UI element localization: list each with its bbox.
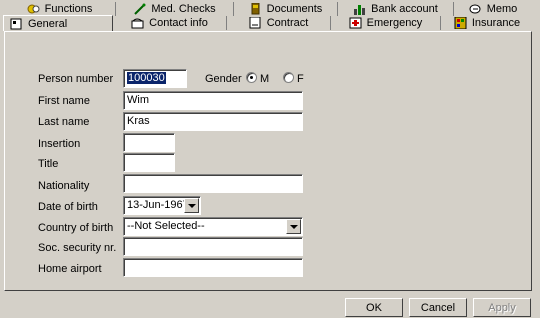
- tab-row-front: General Contact info Contract Emergency …: [3, 15, 533, 31]
- bank-icon: [353, 3, 366, 15]
- tab-label: Insurance: [471, 17, 521, 29]
- tab-row-back: Functions Med. Checks Documents Bank acc…: [4, 2, 532, 16]
- nationality-label: Nationality: [38, 180, 90, 192]
- title-label: Title: [38, 158, 59, 170]
- country-of-birth-select[interactable]: --Not Selected--: [123, 217, 303, 236]
- country-of-birth-value: --Not Selected--: [127, 220, 205, 232]
- insertion-label: Insertion: [38, 138, 81, 150]
- ok-button[interactable]: OK: [345, 298, 403, 317]
- functions-icon: [27, 3, 40, 15]
- country-dropdown-button[interactable]: [286, 219, 301, 234]
- tab-label: Contract: [266, 17, 309, 29]
- contact-icon: [131, 17, 144, 29]
- tab-label: Functions: [44, 3, 93, 15]
- general-icon: [10, 18, 23, 30]
- tab-label: Emergency: [366, 17, 423, 29]
- first-name-label: First name: [38, 95, 90, 107]
- medical-check-icon: [133, 3, 146, 15]
- contract-icon: [249, 16, 262, 29]
- tab-general[interactable]: General: [3, 15, 113, 31]
- tab-emergency[interactable]: Emergency: [331, 16, 441, 30]
- apply-button[interactable]: Apply: [473, 298, 531, 317]
- emergency-icon: [349, 17, 362, 29]
- tab-memo[interactable]: Memo: [454, 2, 532, 16]
- gender-m-radio[interactable]: [246, 72, 257, 83]
- tab-label: General: [28, 17, 68, 30]
- gender-m-label: M: [260, 73, 270, 85]
- cancel-button[interactable]: Cancel: [409, 298, 467, 317]
- date-of-birth-label: Date of birth: [38, 201, 98, 213]
- date-dropdown-button[interactable]: [184, 198, 199, 213]
- tab-contract[interactable]: Contract: [227, 16, 331, 30]
- tab-label: Bank account: [371, 3, 438, 15]
- home-airport-label: Home airport: [38, 263, 102, 275]
- first-name-input[interactable]: Wim: [123, 91, 303, 110]
- memo-icon: [469, 3, 482, 15]
- soc-security-input[interactable]: [123, 237, 303, 256]
- tab-label: Contact info: [149, 17, 208, 29]
- person-number-input[interactable]: 100030: [123, 69, 187, 88]
- gender-f-radio[interactable]: [283, 72, 294, 83]
- last-name-label: Last name: [38, 116, 90, 128]
- tab-label: Documents: [266, 3, 323, 15]
- soc-security-label: Soc. security nr.: [38, 242, 117, 254]
- nationality-input[interactable]: [123, 174, 303, 193]
- title-input[interactable]: [123, 153, 175, 172]
- tab-insurance[interactable]: Insurance: [441, 16, 533, 30]
- tab-label: Memo: [486, 3, 518, 15]
- insurance-icon: [454, 16, 467, 30]
- gender-f-label: F: [297, 73, 304, 85]
- person-number-label: Person number: [38, 73, 114, 85]
- documents-icon: [249, 2, 262, 15]
- last-name-input[interactable]: Kras: [123, 112, 303, 131]
- tab-contact-info[interactable]: Contact info: [113, 16, 227, 30]
- gender-label: Gender: [205, 73, 242, 85]
- country-of-birth-label: Country of birth: [38, 222, 114, 234]
- tab-med-checks[interactable]: Med. Checks: [116, 2, 234, 16]
- tab-documents[interactable]: Documents: [234, 2, 338, 16]
- date-of-birth-value: 13-Jun-1967: [127, 199, 189, 211]
- insertion-input[interactable]: [123, 133, 175, 152]
- home-airport-input[interactable]: [123, 258, 303, 277]
- tab-label: Med. Checks: [151, 3, 216, 15]
- tab-functions[interactable]: Functions: [4, 2, 116, 16]
- tab-bank-account[interactable]: Bank account: [338, 2, 454, 16]
- date-of-birth-picker[interactable]: 13-Jun-1967: [123, 196, 201, 215]
